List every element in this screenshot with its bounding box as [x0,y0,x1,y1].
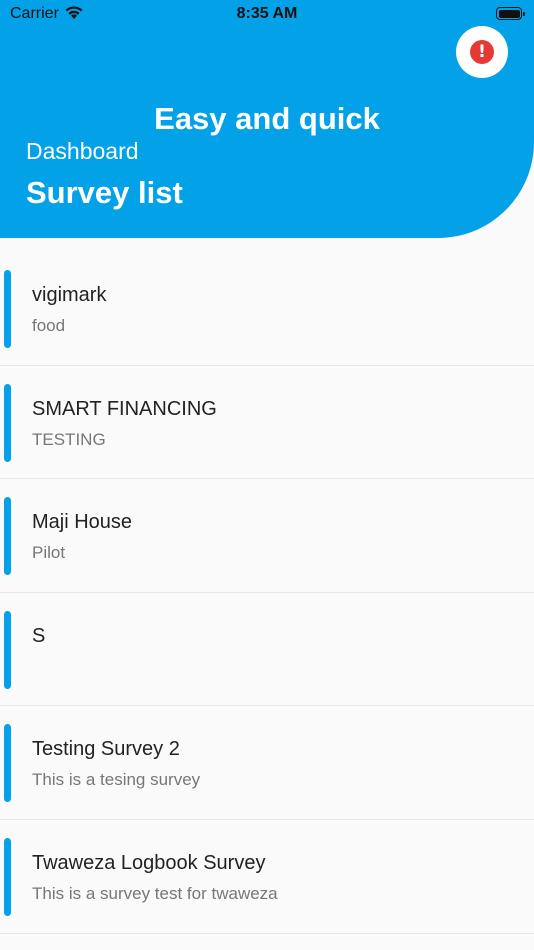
battery-icon [496,7,525,20]
alert-button[interactable]: ! [456,26,508,78]
survey-list: vigimark food SMART FINANCING TESTING Ma… [0,252,534,934]
alert-icon: ! [470,40,494,64]
survey-item[interactable]: Twaweza Logbook Survey This is a survey … [0,820,534,934]
clock: 8:35 AM [236,5,298,22]
survey-item[interactable]: Maji House Pilot [0,479,534,593]
survey-name: Testing Survey 2 [32,738,180,761]
survey-name: Twaweza Logbook Survey [32,851,266,874]
survey-item[interactable]: Testing Survey 2 This is a tesing survey [0,706,534,820]
survey-name: Maji House [32,511,133,534]
accent-bar [4,837,11,916]
survey-description: This is a survey test for twaweza [32,883,278,903]
status-bar: Carrier 8:35 AM [0,0,534,30]
page-subtitle: Dashboard [26,138,139,164]
survey-item[interactable]: vigimark food [0,252,534,366]
accent-bar [4,610,11,689]
accent-bar [4,724,11,803]
page-title: Survey list [26,175,183,210]
header: Carrier 8:35 AM ! Easy and quick Dashboa… [0,0,534,238]
survey-item[interactable]: SMART FINANCING TESTING [0,366,534,480]
survey-item[interactable]: S [0,593,534,707]
app-tagline: Easy and quick [154,101,380,136]
survey-description: This is a tesing survey [32,770,201,790]
survey-description: TESTING [32,429,106,449]
survey-name: vigimark [32,284,107,306]
accent-bar [4,497,11,576]
accent-bar [4,270,11,348]
survey-description: food [32,316,66,335]
survey-name: SMART FINANCING [32,397,217,420]
survey-description: Pilot [32,543,66,563]
survey-name: S [32,624,46,647]
accent-bar [4,383,11,462]
